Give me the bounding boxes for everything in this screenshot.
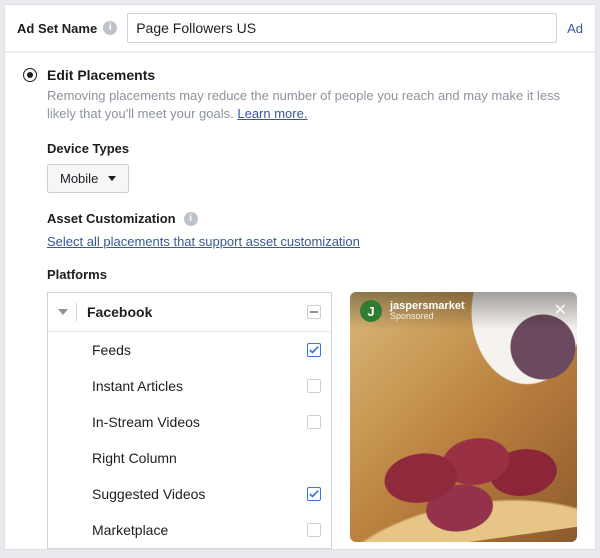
placement-row[interactable]: Marketplace: [48, 512, 331, 548]
edit-placements-title: Edit Placements: [47, 67, 155, 83]
placement-row[interactable]: In-Stream Videos: [48, 404, 331, 440]
device-types-label: Device Types: [47, 141, 577, 156]
placement-label: In-Stream Videos: [92, 414, 307, 430]
preview-header: J jaspersmarket Sponsored ✕: [350, 292, 577, 330]
device-types-value: Mobile: [60, 171, 98, 186]
ad-set-name-row: Ad Set Name i Ad: [5, 5, 595, 52]
ad-set-name-label: Ad Set Name i: [17, 21, 117, 36]
preview-sponsored-label: Sponsored: [390, 312, 465, 322]
placement-label: Marketplace: [92, 522, 307, 538]
divider: [76, 303, 77, 321]
placement-row[interactable]: Instant Articles: [48, 368, 331, 404]
placement-checkbox[interactable]: [307, 379, 321, 393]
learn-more-link[interactable]: Learn more.: [237, 106, 307, 121]
placement-row[interactable]: Suggested Videos: [48, 476, 331, 512]
ad-set-name-label-text: Ad Set Name: [17, 21, 97, 36]
platforms-label: Platforms: [47, 267, 577, 282]
device-types-dropdown[interactable]: Mobile: [47, 164, 129, 193]
platform-group-box: Facebook Feeds Instant Articles In-Stream …: [47, 292, 332, 549]
radio-selected-icon[interactable]: [23, 68, 37, 82]
ad-preview-card: J jaspersmarket Sponsored ✕: [350, 292, 577, 542]
chevron-down-icon: [58, 309, 68, 315]
indeterminate-checkbox-icon[interactable]: [307, 305, 321, 319]
placement-checkbox[interactable]: [307, 487, 321, 501]
placement-checkbox[interactable]: [307, 523, 321, 537]
placement-checkbox[interactable]: [307, 415, 321, 429]
close-icon[interactable]: ✕: [554, 303, 567, 319]
placement-label: Right Column: [92, 450, 321, 466]
edit-placements-heading: Edit Placements: [23, 67, 577, 83]
placement-label: Feeds: [92, 342, 307, 358]
edit-placements-description: Removing placements may reduce the numbe…: [47, 87, 577, 123]
asset-customization-label: Asset Customization i: [47, 211, 577, 226]
right-edge-link[interactable]: Ad: [557, 21, 583, 36]
asset-customization-text: Asset Customization: [47, 211, 176, 226]
placement-checkbox[interactable]: [307, 343, 321, 357]
placement-label: Suggested Videos: [92, 486, 307, 502]
platform-title: Facebook: [87, 304, 307, 320]
chevron-down-icon: [108, 176, 116, 181]
platform-header-facebook[interactable]: Facebook: [48, 293, 331, 332]
info-icon[interactable]: i: [184, 212, 198, 226]
brand-avatar-icon: J: [360, 300, 382, 322]
info-icon[interactable]: i: [103, 21, 117, 35]
placement-row[interactable]: Right Column: [48, 440, 331, 476]
ad-set-name-input[interactable]: [127, 13, 557, 43]
asset-customization-link[interactable]: Select all placements that support asset…: [47, 234, 577, 249]
placement-row[interactable]: Feeds: [48, 332, 331, 368]
placement-label: Instant Articles: [92, 378, 307, 394]
